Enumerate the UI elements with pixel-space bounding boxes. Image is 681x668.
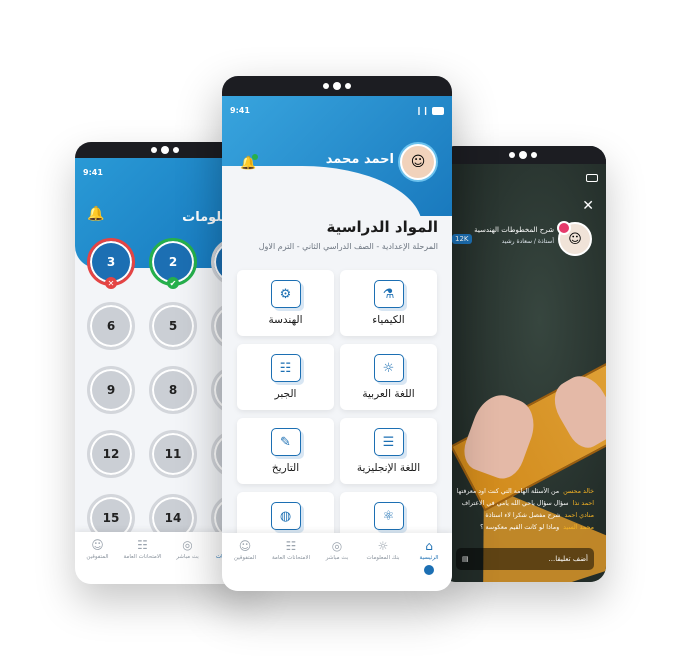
bottom-nav: ⌂ الرئيسية ☼ بنك المعلومات ◎ بث مباشر ☷ الامتحا… <box>222 533 452 591</box>
chemistry-icon: ⚗ <box>373 280 404 308</box>
nav-item[interactable]: ☺ المتفوقين <box>224 539 266 561</box>
subject-label: التاريخ <box>271 462 300 474</box>
nav-label: بنك المعلومات <box>366 555 400 561</box>
test-item[interactable]: 5 <box>149 302 211 350</box>
geometry-icon: ⚙ <box>270 280 301 308</box>
comment-text: شرح مفصل شكرا لاء استاذة <box>485 512 561 519</box>
live-phone: ✕ ☺ شرح المخطوطات الهندسية أستاذة / سعاد… <box>440 146 606 582</box>
nav-label: الامتحانات العامة <box>271 555 311 561</box>
bell-icon[interactable]: 🔔 <box>87 206 104 222</box>
chat-icon[interactable]: ▤ <box>462 555 469 563</box>
subject-card[interactable]: ☼ اللغة العربية <box>340 344 437 410</box>
comment-author: منادي احمد <box>564 512 594 519</box>
wrong-icon: ✕ <box>105 277 117 289</box>
test-number: 9 <box>87 366 135 414</box>
test-item[interactable]: 3 ✕ <box>87 238 149 289</box>
test-number: 2 ✔ <box>149 238 197 289</box>
test-item[interactable]: 12 <box>87 430 149 478</box>
comment-row: خالد محسن من الأسئلة الهامة التي كنت اود … <box>444 488 594 495</box>
comment-text: وماذا لو كانت القيم معكوسة ؟ <box>480 524 560 531</box>
subject-label: اللغة الإنجليزية <box>356 462 421 474</box>
nav-item[interactable]: ☼ بنك المعلومات <box>362 539 404 561</box>
comment-author: محمد السيد <box>563 524 594 531</box>
live-title: شرح المخطوطات الهندسية <box>474 226 554 234</box>
subject-label: اللغة العربية <box>362 388 415 400</box>
arabic-icon: ☼ <box>373 354 404 382</box>
test-number: 5 <box>149 302 197 350</box>
nav-item-top-students[interactable]: ☺ المتفوقين <box>77 538 119 560</box>
english-icon: ☰ <box>373 428 404 456</box>
test-number: 8 <box>149 366 197 414</box>
test-item[interactable]: 2 ✔ <box>149 238 211 289</box>
comment-author: خالد محسن <box>563 488 594 495</box>
globe-icon: ◍ <box>270 502 301 530</box>
status-icons: ❙❙ <box>416 106 444 115</box>
section-title: المواد الدراسية <box>326 218 438 236</box>
nav-label: بث مباشر <box>325 555 349 561</box>
subject-card[interactable]: ☰ اللغة الإنجليزية <box>340 418 437 484</box>
comment-row: احمد نذا سؤال سؤال ياحي الله يامي في الاع… <box>444 500 594 507</box>
status-icons <box>586 174 598 182</box>
bulb-icon: ☼ <box>377 539 389 553</box>
section-subtitle: المرحلة الإعدادية - الصف الدراسي الثاني … <box>258 242 438 251</box>
close-icon[interactable]: ✕ <box>582 198 594 214</box>
user-name: احمد محمد <box>325 152 394 167</box>
live-icon: ◎ <box>182 538 193 552</box>
nav-item-exams[interactable]: ☷ الامتحانات العامة <box>122 538 164 560</box>
people-icon: ☺ <box>91 538 104 552</box>
status-time: 9:41 <box>83 168 103 177</box>
people-icon: ☺ <box>238 539 252 553</box>
test-item[interactable]: 9 <box>87 366 149 414</box>
subject-card[interactable]: ⚙ الهندسة <box>237 270 334 336</box>
nav-item[interactable]: ◎ بث مباشر <box>316 539 358 561</box>
test-number: 6 <box>87 302 135 350</box>
home-icon: ⌂ <box>425 539 433 553</box>
test-number: 12 <box>87 430 135 478</box>
exam-icon: ☷ <box>137 538 148 552</box>
comment-row: محمد السيد وماذا لو كانت القيم معكوسة ؟ <box>444 524 594 531</box>
teacher-avatar[interactable]: ☺ <box>557 221 592 256</box>
subjects-grid: ⚗ الكيمياء ⚙ الهندسة ☼ اللغة العربية ☷ الجبر ☰ ال… <box>237 270 437 558</box>
comments-list: خالد محسن من الأسئلة الهامة التي كنت اود … <box>444 488 594 536</box>
calculator-icon: ☷ <box>270 354 301 382</box>
nav-label: المتفوقين <box>233 555 257 561</box>
test-number: 11 <box>149 430 197 478</box>
live-record-icon <box>557 221 571 235</box>
teacher-name: أستاذة / سعادة رشيد <box>501 238 554 245</box>
avatar[interactable]: ☺ <box>400 144 436 180</box>
test-item[interactable]: 8 <box>149 366 211 414</box>
nav-item[interactable]: ⌂ الرئيسية <box>408 539 450 575</box>
exam-icon: ☷ <box>285 539 297 553</box>
test-item[interactable]: 11 <box>149 430 211 478</box>
comment-text: من الأسئلة الهامة التي كنت اود معرفتها <box>456 488 560 495</box>
test-item[interactable]: 6 <box>87 302 149 350</box>
subject-label: الكيمياء <box>372 314 405 326</box>
nav-label: الرئيسية <box>419 555 439 561</box>
subjects-phone: 9:41 ❙❙ ☺ احمد محمد 🔔 المواد الدراسية ال… <box>222 76 452 591</box>
subject-card[interactable]: ☷ الجبر <box>237 344 334 410</box>
subject-label: الجبر <box>274 388 297 400</box>
physics-icon: ⚛ <box>373 502 404 530</box>
status-time: 9:41 <box>230 106 250 115</box>
nav-item-live[interactable]: ◎ بث مباشر <box>167 538 209 560</box>
history-icon: ✎ <box>270 428 301 456</box>
subject-card[interactable]: ⚗ الكيمياء <box>340 270 437 336</box>
viewers-badge: 12K <box>452 234 472 244</box>
test-number: 3 ✕ <box>87 238 135 289</box>
phone-notch <box>222 76 452 96</box>
correct-icon: ✔ <box>167 277 179 289</box>
bell-icon[interactable]: 🔔 <box>240 154 259 171</box>
phone-notch <box>440 146 606 164</box>
live-icon: ◎ <box>331 539 343 553</box>
comment-input[interactable]: أضف تعليقا... ▤ <box>456 548 594 570</box>
comment-text: سؤال سؤال ياحي الله يامي في الاعتراف <box>461 500 569 507</box>
status-bar: 9:41 ❙❙ <box>222 106 452 115</box>
comment-row: منادي احمد شرح مفصل شكرا لاء استاذة <box>444 512 594 519</box>
status-bar <box>440 174 606 182</box>
nav-item[interactable]: ☷ الامتحانات العامة <box>270 539 312 561</box>
subject-label: الهندسة <box>268 314 303 326</box>
subject-card[interactable]: ✎ التاريخ <box>237 418 334 484</box>
comment-placeholder: أضف تعليقا... <box>548 555 588 563</box>
comment-author: احمد نذا <box>572 500 594 507</box>
